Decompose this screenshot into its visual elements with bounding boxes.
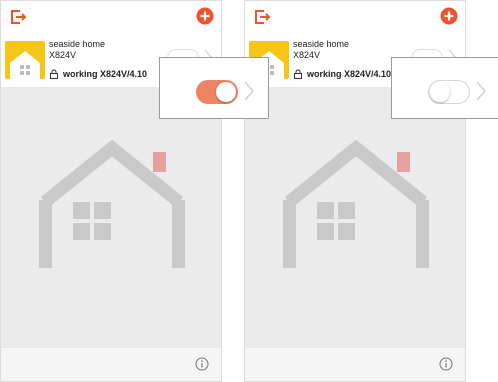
lock-icon [50, 69, 58, 79]
bottom-bar [245, 347, 465, 381]
chevron-right-icon[interactable] [244, 81, 254, 101]
content-area [1, 88, 221, 350]
toggle-callout-on [159, 57, 269, 119]
device-status-row: working X824V/4.10 [293, 68, 391, 80]
device-thumbnail [5, 41, 45, 79]
device-model: X824V [293, 50, 321, 60]
chevron-right-icon[interactable] [476, 81, 486, 101]
device-status: working X824V/4.10 [63, 68, 148, 79]
add-circle-icon[interactable] [440, 7, 458, 25]
house-icon [10, 51, 40, 79]
device-model: X824V [49, 50, 77, 60]
device-name: seaside home [49, 39, 106, 49]
bottom-bar [1, 347, 221, 381]
logout-icon[interactable] [253, 8, 271, 26]
lock-icon [294, 69, 302, 79]
top-bar [245, 1, 465, 31]
content-area [245, 88, 465, 350]
house-icon [39, 140, 185, 268]
toggle-callout-off [391, 57, 498, 119]
add-circle-icon[interactable] [196, 7, 214, 25]
power-toggle-on[interactable] [196, 80, 238, 104]
info-icon[interactable] [195, 357, 209, 371]
power-toggle-off[interactable] [428, 80, 470, 104]
device-name: seaside home [293, 39, 350, 49]
logout-icon[interactable] [9, 8, 27, 26]
device-status-row: working X824V/4.10 [49, 68, 147, 80]
device-status: working X824V/4.10 [307, 68, 392, 79]
info-icon[interactable] [439, 357, 453, 371]
toggle-knob [430, 82, 450, 102]
house-icon [283, 140, 429, 268]
toggle-knob [216, 82, 236, 102]
top-bar [1, 1, 221, 31]
